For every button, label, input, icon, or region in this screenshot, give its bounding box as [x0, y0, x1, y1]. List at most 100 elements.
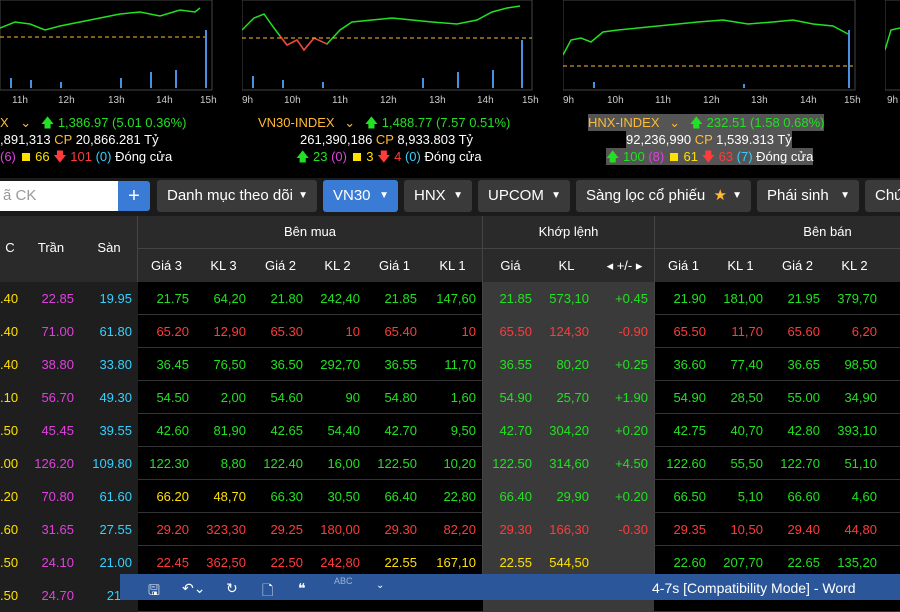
chevron-down-icon[interactable]: ⌄ — [344, 115, 355, 130]
sell-price-1-cell: 66.50 — [673, 489, 706, 504]
buy-vol-3-cell: 76,50 — [213, 357, 246, 372]
chevron-down-icon[interactable]: ⌄ — [20, 115, 31, 130]
tab-label: HNX — [414, 187, 446, 204]
ceiling-count: (0) — [331, 149, 347, 164]
buy-vol-2-cell: 16,00 — [327, 456, 360, 471]
table-row[interactable]: .40 38.80 33.80 36.45 76,50 36.50 292,70 36.55 1… — [0, 348, 900, 381]
floor-count: (0) — [404, 149, 421, 164]
tab-stock-screener[interactable]: Sàng lọc cổ phiếu ★ ▼ — [576, 180, 751, 212]
ceiling-count: (6) — [0, 149, 16, 164]
tick-label: 11h — [655, 95, 671, 106]
redo-icon[interactable]: ↻ — [226, 580, 238, 597]
undo-icon[interactable]: ↶⌄ — [182, 580, 205, 597]
match-price-cell: 29.30 — [483, 513, 538, 546]
index-chart-3: 9h 10h 11h 12h 13h 14h 15h — [563, 0, 863, 110]
tab-derivatives[interactable]: Phái sinh ▼ — [757, 180, 859, 212]
table-row[interactable]: .60 31.65 27.55 29.20 323,30 29.25 180,00 29.30… — [0, 513, 900, 546]
table-row[interactable]: .40 22.85 19.95 21.75 64,20 21.80 242,40 21.85 1… — [0, 282, 900, 315]
stock-code-search-input[interactable]: ã CK — [0, 181, 118, 211]
buy-vol-3-cell: 323,30 — [206, 522, 246, 537]
buy-price-1-cell: 65.40 — [384, 324, 417, 339]
tab-watchlist[interactable]: Danh mục theo dõi ▼ — [157, 180, 317, 212]
index-chart-2: 9h 10h 11h 12h 13h 14h 15h — [242, 0, 542, 110]
customize-icon[interactable]: ⌄ — [376, 580, 384, 591]
price-board-header: C Trần Sàn Bên mua Khớp lệnh Bên bán Giá… — [0, 216, 900, 282]
col-header-sell-price-1: Giá 1 — [667, 258, 700, 273]
index-value: 1,386.97 (5.01 0.36%) — [57, 115, 187, 130]
word-title-bar: 🖫 ↶⌄ ↻ 🗋 ❝ ABC ⌄ 4-7s [Compatibility Mod… — [120, 574, 900, 600]
buy-price-2-cell: 29.25 — [270, 522, 303, 537]
table-row[interactable]: .10 56.70 49.30 54.50 2,00 54.60 90 54.80 1,60 54… — [0, 381, 900, 414]
tick-label: 10h — [607, 95, 624, 106]
arrow-up-icon: 🡅 — [689, 115, 704, 130]
buy-vol-3-cell: 81,90 — [213, 423, 246, 438]
add-button[interactable]: + — [118, 181, 150, 211]
cp-value: 8,933.803 Tỷ — [397, 132, 474, 147]
ref-count: 66 — [35, 149, 50, 164]
tab-hnx[interactable]: HNX ▼ — [404, 180, 472, 212]
sell-vol-2-cell: 393,10 — [837, 423, 877, 438]
col-header-buy-price-3: Giá 3 — [150, 258, 183, 273]
buy-price-2-cell: 65.30 — [270, 324, 303, 339]
quote-icon[interactable]: ❝ — [298, 580, 306, 597]
sell-vol-2-cell: 98,50 — [844, 357, 877, 372]
sell-vol-2-cell: 4,60 — [851, 489, 877, 504]
ceiling-price-cell: 24.70 — [22, 579, 80, 612]
tick-label: 13h — [429, 95, 446, 106]
save-icon[interactable]: 🖫 — [148, 580, 160, 604]
col-header-buy-vol-2: KL 2 — [324, 258, 351, 273]
arrow-up-icon: 🡅 — [606, 149, 620, 164]
col-header-floor: Sàn — [97, 240, 121, 255]
col-header-buy-price-2: Giá 2 — [264, 258, 297, 273]
ceiling-price-cell: 56.70 — [22, 381, 80, 414]
floor-price-cell: 109.80 — [80, 447, 138, 480]
cp-value: 20,866.281 Tỷ — [75, 132, 159, 147]
table-row[interactable]: .20 70.80 61.60 66.20 48,70 66.30 30,50 66.40 22… — [0, 480, 900, 513]
caret-down-icon: ▼ — [379, 190, 389, 201]
caret-down-icon: ▼ — [551, 190, 561, 201]
cp-label: CP — [54, 132, 73, 147]
spelling-icon[interactable]: ABC — [334, 576, 353, 586]
floor-price-cell: 61.80 — [80, 315, 138, 348]
caret-right-icon[interactable]: ▸ — [636, 258, 643, 273]
match-vol-cell: 573,10 — [538, 282, 595, 315]
tab-upcom[interactable]: UPCOM ▼ — [478, 180, 570, 212]
tab-more[interactable]: Chứ — [865, 180, 900, 212]
index-1-volume-line: ,891,313 CP 20,866.281 Tỷ — [0, 131, 159, 148]
index-chart-4: 9h — [885, 0, 900, 110]
tick-label: 9h — [887, 95, 899, 106]
sell-price-1-cell: 42.75 — [673, 423, 706, 438]
buy-price-1-cell: 122.50 — [377, 456, 417, 471]
match-price-cell: 54.90 — [483, 381, 538, 414]
tab-label: Sàng lọc cổ phiếu — [586, 187, 706, 204]
ref-price-cell: .60 — [0, 513, 22, 546]
sell-vol-1-cell: 10,50 — [730, 522, 763, 537]
caret-left-icon[interactable]: ◂ — [607, 258, 614, 273]
tab-vn30[interactable]: VN30 ▼ — [323, 180, 398, 212]
buy-price-3-cell: 21.75 — [156, 291, 189, 306]
table-row[interactable]: .50 45.45 39.55 42.60 81,90 42.65 54,40 42.70 9,… — [0, 414, 900, 447]
sell-price-2-cell: 36.65 — [787, 357, 820, 372]
change-cell: +4.50 — [595, 447, 654, 480]
tab-bar: ã CK + Danh mục theo dõi ▼ VN30 ▼ HNX ▼ UPC… — [0, 178, 900, 216]
ref-price-cell: .10 — [0, 381, 22, 414]
new-document-icon[interactable]: 🗋 — [262, 580, 273, 604]
index-3-counts-line: 🡅 100 (8) 61 🡇 63 (7) Đóng cửa — [606, 148, 814, 165]
sell-price-1-cell: 29.35 — [673, 522, 706, 537]
table-row[interactable]: .40 71.00 61.80 65.20 12,90 65.30 10 65.40 10 65.… — [0, 315, 900, 348]
col-header-buy-vol-3: KL 3 — [210, 258, 237, 273]
index-value: 1,488.77 (7.57 0.51%) — [381, 115, 511, 130]
match-vol-cell: 80,20 — [538, 348, 595, 381]
tick-label: 12h — [380, 95, 397, 106]
buy-vol-1-cell: 10,20 — [443, 456, 476, 471]
arrow-down-icon: 🡇 — [53, 149, 67, 164]
buy-price-1-cell: 66.40 — [384, 489, 417, 504]
ref-price-cell: .40 — [0, 348, 22, 381]
col-header-change[interactable]: ◂ +/- ▸ — [595, 258, 654, 274]
index-chart-1-svg — [0, 0, 213, 91]
sell-vol-1-cell: 55,50 — [730, 456, 763, 471]
table-row[interactable]: .00 126.20 109.80 122.30 8,80 122.40 16,00 122.… — [0, 447, 900, 480]
col-header-match-vol: KL — [558, 258, 575, 273]
chevron-down-icon[interactable]: ⌄ — [669, 115, 680, 130]
buy-price-3-cell: 36.45 — [156, 357, 189, 372]
